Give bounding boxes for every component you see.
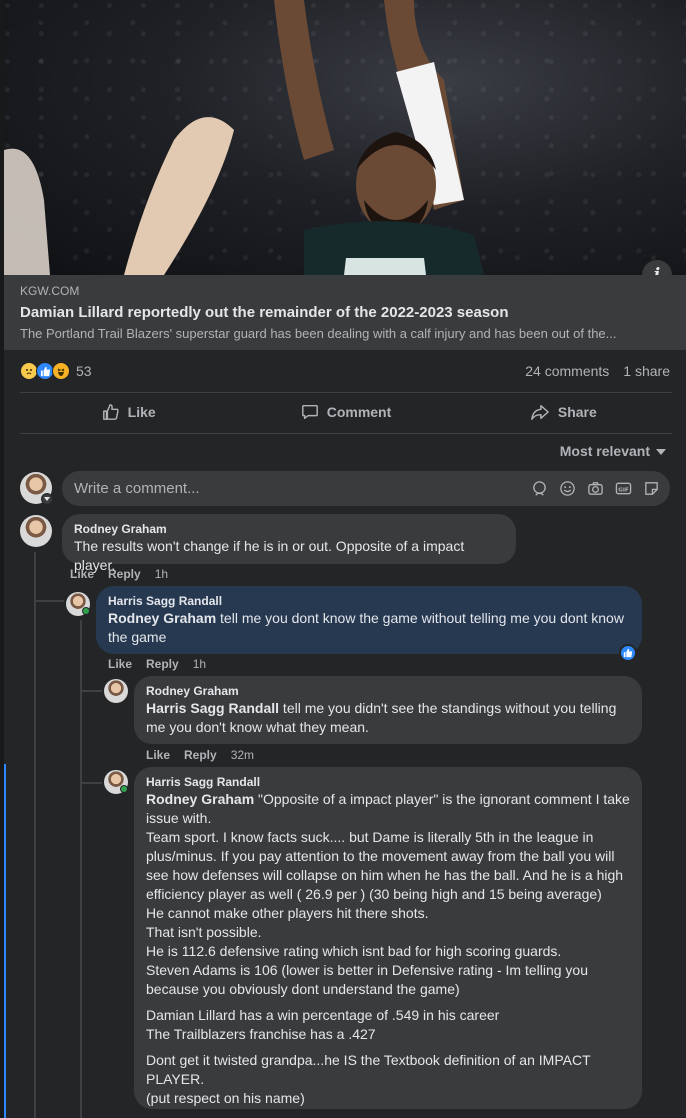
thread-line [80,620,82,1118]
comment-text: Rodney Graham tell me you dont know the … [108,610,624,645]
haha-reaction-icon [52,362,70,380]
comment-text: Rodney Graham "Opposite of a impact play… [146,791,630,1106]
mention-link[interactable]: Harris Sagg Randall [146,700,279,716]
comment-actions: Like Reply 32m [146,748,254,762]
sort-dropdown[interactable]: Most relevant [560,443,666,459]
sort-label: Most relevant [559,443,650,459]
comment-reply-button[interactable]: Reply [184,748,217,762]
comment-count[interactable]: 24 comments [525,363,609,379]
comment-bubble: Harris Sagg Randall Rodney Graham "Oppos… [134,767,642,1109]
avatar-sticker-icon[interactable] [530,480,548,498]
online-status-dot [82,607,90,615]
reaction-summary[interactable] [20,362,70,380]
comment-like-button[interactable]: Like [146,748,170,762]
comment-actions: Like Reply 1h [70,567,168,581]
thread-connector [80,782,102,784]
comment-reply-button[interactable]: Reply [146,657,179,671]
emoji-icon[interactable] [558,480,576,498]
like-label: Like [127,404,156,420]
like-button[interactable]: Like [20,393,237,431]
thread-connector [34,600,64,602]
comment-like-badge[interactable] [619,644,637,662]
post-stats: 53 24 comments 1 share [20,360,670,382]
share-label: Share [557,404,597,420]
sticker-icon[interactable] [642,480,660,498]
link-description: The Portland Trail Blazers' superstar gu… [20,326,617,341]
scroll-indicator [4,764,6,1118]
comment-placeholder: Write a comment... [74,480,200,497]
comment-label: Comment [326,404,392,420]
chevron-down-icon [656,449,666,455]
comment-like-button[interactable]: Like [108,657,132,671]
thumbs-up-icon [102,404,119,420]
comment-bubble: Rodney Graham The results won't change i… [62,514,516,573]
share-icon [531,404,549,420]
post-card: i KGW.COM Damian Lillard reportedly out … [4,0,686,1118]
comment-like-button[interactable]: Like [70,567,94,581]
mention-link[interactable]: Rodney Graham [108,610,216,626]
article-image[interactable]: i [4,0,686,275]
thumbs-up-icon [623,648,633,658]
comment-bubble: Rodney Graham Harris Sagg Randall tell m… [134,676,642,744]
share-button[interactable]: Share [455,393,672,431]
comment-bubble: Harris Sagg Randall Rodney Graham tell m… [96,586,642,654]
thread-line [34,552,36,1118]
gif-icon[interactable]: GIF [614,480,632,498]
comment-text: Harris Sagg Randall tell me you didn't s… [146,700,617,735]
comment-author[interactable]: Harris Sagg Randall [146,775,630,789]
comment-reply-button[interactable]: Reply [108,567,141,581]
player-illustration [4,0,484,275]
camera-icon[interactable] [586,480,604,498]
comment-input[interactable]: Write a comment... GIF [62,471,670,506]
mention-link[interactable]: Rodney Graham [146,791,254,807]
link-preview[interactable]: KGW.COM Damian Lillard reportedly out th… [4,275,686,350]
comment-author[interactable]: Rodney Graham [146,684,630,698]
svg-text:GIF: GIF [618,487,629,493]
comment-author[interactable]: Rodney Graham [74,522,504,536]
comment-author[interactable]: Harris Sagg Randall [108,594,630,608]
online-status-dot [120,785,128,793]
reaction-count[interactable]: 53 [76,363,92,379]
share-count[interactable]: 1 share [623,363,670,379]
comment-time[interactable]: 32m [231,748,254,762]
post-actions: Like Comment Share [20,393,672,431]
comment-time[interactable]: 1h [193,657,206,671]
commenter-avatar[interactable] [104,679,128,703]
thread-connector [80,690,102,692]
comment-time[interactable]: 1h [155,567,168,581]
comment-actions: Like Reply 1h [108,657,206,671]
link-title[interactable]: Damian Lillard reportedly out the remain… [20,304,670,321]
divider [20,433,672,434]
comment-button[interactable]: Comment [237,393,454,431]
commenter-avatar[interactable] [20,515,52,547]
chevron-down-icon[interactable] [41,493,53,505]
comment-icon [301,404,318,420]
link-domain: KGW.COM [20,284,80,298]
